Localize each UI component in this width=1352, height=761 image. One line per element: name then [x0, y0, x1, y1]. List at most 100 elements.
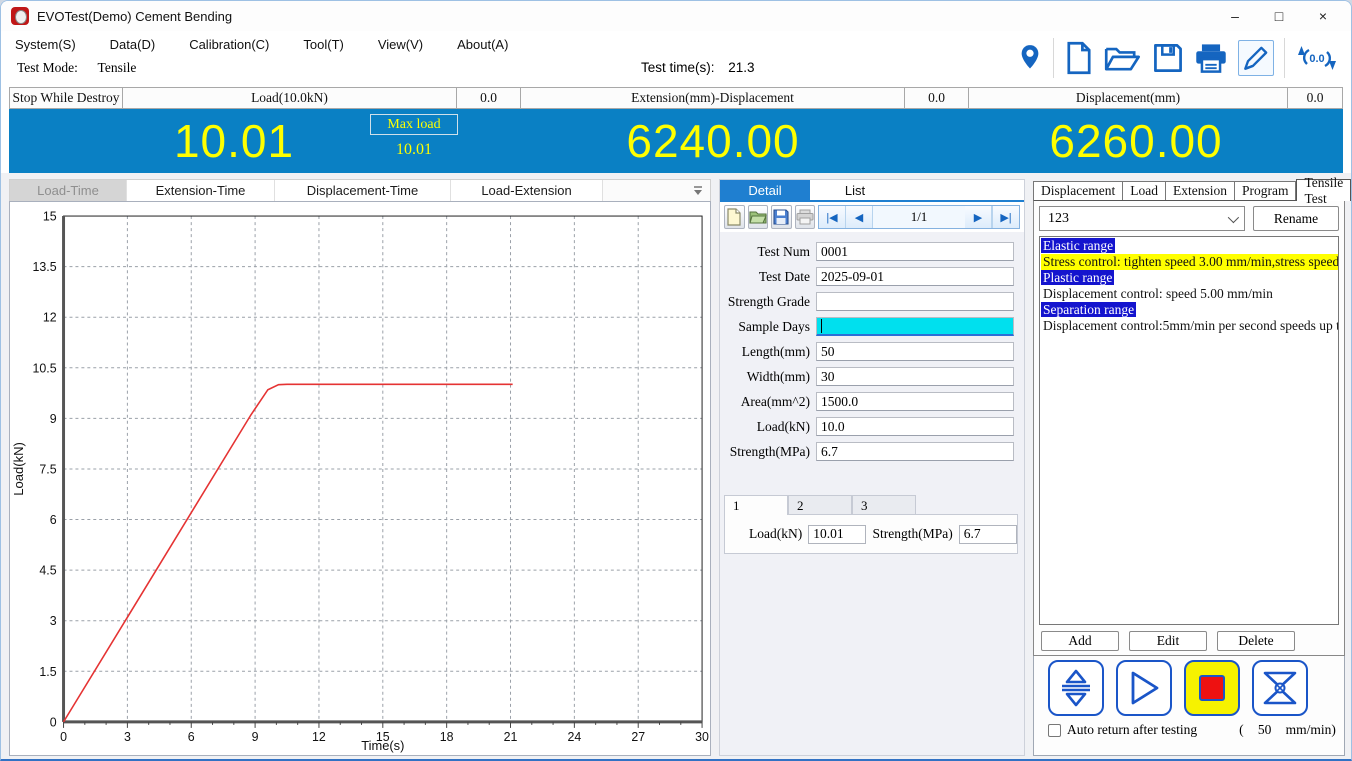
pager-prev-button[interactable]: ◀ [846, 206, 873, 228]
chart-tab[interactable]: Load-Time [10, 180, 127, 201]
program-tab[interactable]: Displacement [1033, 181, 1123, 201]
record-new-icon[interactable] [724, 205, 745, 229]
svg-text:30: 30 [695, 730, 709, 744]
program-tab[interactable]: Extension [1166, 181, 1235, 201]
displacement-channel-value: 0.0 [1287, 87, 1343, 109]
return-zero-icon[interactable]: 0.0 [1295, 42, 1339, 74]
field-input[interactable]: 1500.0 [816, 392, 1014, 411]
detail-toolbar: |◀ ◀ 1/1 ▶ ▶| [720, 202, 1024, 232]
specimen-tab[interactable]: 3 [852, 495, 916, 515]
program-step-item[interactable]: Displacement control:5mm/min per second … [1041, 318, 1338, 334]
minimize-button[interactable]: – [1213, 2, 1257, 30]
menu-item[interactable]: System(S) [15, 37, 76, 52]
result-strength-label: Strength(MPa) [872, 526, 952, 542]
field-label: Test Num [724, 244, 816, 260]
field-input[interactable]: 30 [816, 367, 1014, 386]
program-crud-row: Add Edit Delete [1039, 631, 1339, 651]
specimen-sub-tabs: 123 [724, 495, 1024, 515]
svg-text:3: 3 [124, 730, 131, 744]
displacement-channel-label: Displacement(mm) [968, 87, 1288, 109]
detail-form: Test Num0001Test Date2025-09-01Strength … [720, 232, 1024, 467]
svg-text:0: 0 [60, 730, 67, 744]
program-step-item[interactable]: Elastic range [1041, 238, 1338, 254]
pager-last-button[interactable]: ▶| [992, 206, 1019, 228]
menu-item[interactable]: View(V) [378, 37, 423, 52]
open-file-icon[interactable] [1104, 42, 1142, 74]
field-input[interactable] [816, 292, 1014, 311]
menu-item[interactable]: About(A) [457, 37, 508, 52]
rename-button[interactable]: Rename [1253, 206, 1339, 231]
chart-tab-list-icon[interactable] [692, 184, 704, 202]
chart-tab[interactable]: Load-Extension [451, 180, 603, 201]
program-step-item[interactable]: Plastic range [1041, 270, 1338, 286]
jog-speed-value[interactable]: 50 [1248, 722, 1282, 738]
svg-text:10.5: 10.5 [32, 361, 56, 375]
pager-first-button[interactable]: |◀ [819, 206, 846, 228]
stop-test-button[interactable] [1184, 660, 1240, 716]
window-title: EVOTest(Demo) Cement Bending [37, 9, 232, 24]
field-label: Sample Days [724, 319, 816, 335]
extension-display: 6240.00 [521, 111, 905, 171]
record-print-icon[interactable] [795, 205, 816, 229]
menu-item[interactable]: Calibration(C) [189, 37, 269, 52]
program-step-item[interactable]: Stress control: tighten speed 3.00 mm/mi… [1041, 254, 1338, 270]
field-label: Area(mm^2) [724, 394, 816, 410]
toolbar-separator [1284, 38, 1285, 78]
pager-next-button[interactable]: ▶ [965, 206, 992, 228]
form-row: Load(kN)10.0 [724, 417, 1014, 436]
field-input[interactable]: 6.7 [816, 442, 1014, 461]
edit-button[interactable]: Edit [1129, 631, 1207, 651]
form-row: Length(mm)50 [724, 342, 1014, 361]
field-input[interactable]: 50 [816, 342, 1014, 361]
detail-tab[interactable]: List [810, 180, 900, 200]
field-label: Strength(MPa) [724, 444, 816, 460]
app-logo-icon [11, 7, 29, 25]
field-input[interactable]: 2025-09-01 [816, 267, 1014, 286]
program-tab[interactable]: Program [1235, 181, 1297, 201]
speed-unit: mm/min) [1286, 722, 1336, 738]
close-button[interactable]: × [1301, 2, 1345, 30]
chart-tab[interactable]: Displacement-Time [275, 180, 451, 201]
scheme-select[interactable]: 123 [1039, 206, 1245, 231]
program-step-list[interactable]: Elastic rangeStress control: tighten spe… [1039, 236, 1339, 625]
svg-text:15: 15 [43, 210, 57, 224]
menu-item[interactable]: Data(D) [110, 37, 156, 52]
detail-tab[interactable]: Detail [720, 180, 810, 200]
add-button[interactable]: Add [1041, 631, 1119, 651]
auto-return-checkbox[interactable] [1048, 724, 1061, 737]
record-save-icon[interactable] [771, 205, 792, 229]
print-icon[interactable] [1194, 42, 1228, 74]
stop-while-destroy-button[interactable]: Stop While Destroy [9, 87, 123, 109]
svg-text:6: 6 [50, 513, 57, 527]
pager-position: 1/1 [873, 206, 965, 228]
field-input[interactable] [816, 317, 1014, 336]
status-strip: Stop While Destroy Load(10.0kN) 0.0 Exte… [9, 87, 1343, 109]
program-step-item[interactable]: Displacement control: speed 5.00 mm/min [1041, 286, 1338, 302]
edit-pencil-icon[interactable] [1238, 40, 1274, 76]
location-pin-icon[interactable] [1017, 43, 1043, 73]
main-area: Load-TimeExtension-TimeDisplacement-Time… [1, 173, 1351, 761]
toolbar-separator [1053, 38, 1054, 78]
program-step-item[interactable]: Separation range [1041, 302, 1338, 318]
save-file-icon[interactable] [1152, 42, 1184, 74]
program-tab[interactable]: Load [1123, 181, 1166, 201]
field-label: Length(mm) [724, 344, 816, 360]
chart-tab[interactable]: Extension-Time [127, 180, 275, 201]
specimen-tab[interactable]: 2 [788, 495, 852, 515]
jog-crosshead-button[interactable] [1048, 660, 1104, 716]
program-tab[interactable]: Tensile Test [1296, 179, 1351, 201]
title-bar: EVOTest(Demo) Cement Bending – □ × [1, 1, 1351, 31]
start-test-button[interactable] [1116, 660, 1172, 716]
new-file-icon[interactable] [1064, 41, 1094, 75]
svg-text:Time(s): Time(s) [361, 738, 404, 753]
limit-setup-button[interactable] [1252, 660, 1308, 716]
menu-item[interactable]: Tool(T) [303, 37, 343, 52]
delete-button[interactable]: Delete [1217, 631, 1295, 651]
specimen-tab[interactable]: 1 [724, 495, 788, 515]
field-input[interactable]: 10.0 [816, 417, 1014, 436]
record-open-icon[interactable] [748, 205, 769, 229]
form-row: Width(mm)30 [724, 367, 1014, 386]
detail-panel: DetailList |◀ ◀ 1/1 ▶ [719, 179, 1025, 756]
maximize-button[interactable]: □ [1257, 2, 1301, 30]
field-input[interactable]: 0001 [816, 242, 1014, 261]
